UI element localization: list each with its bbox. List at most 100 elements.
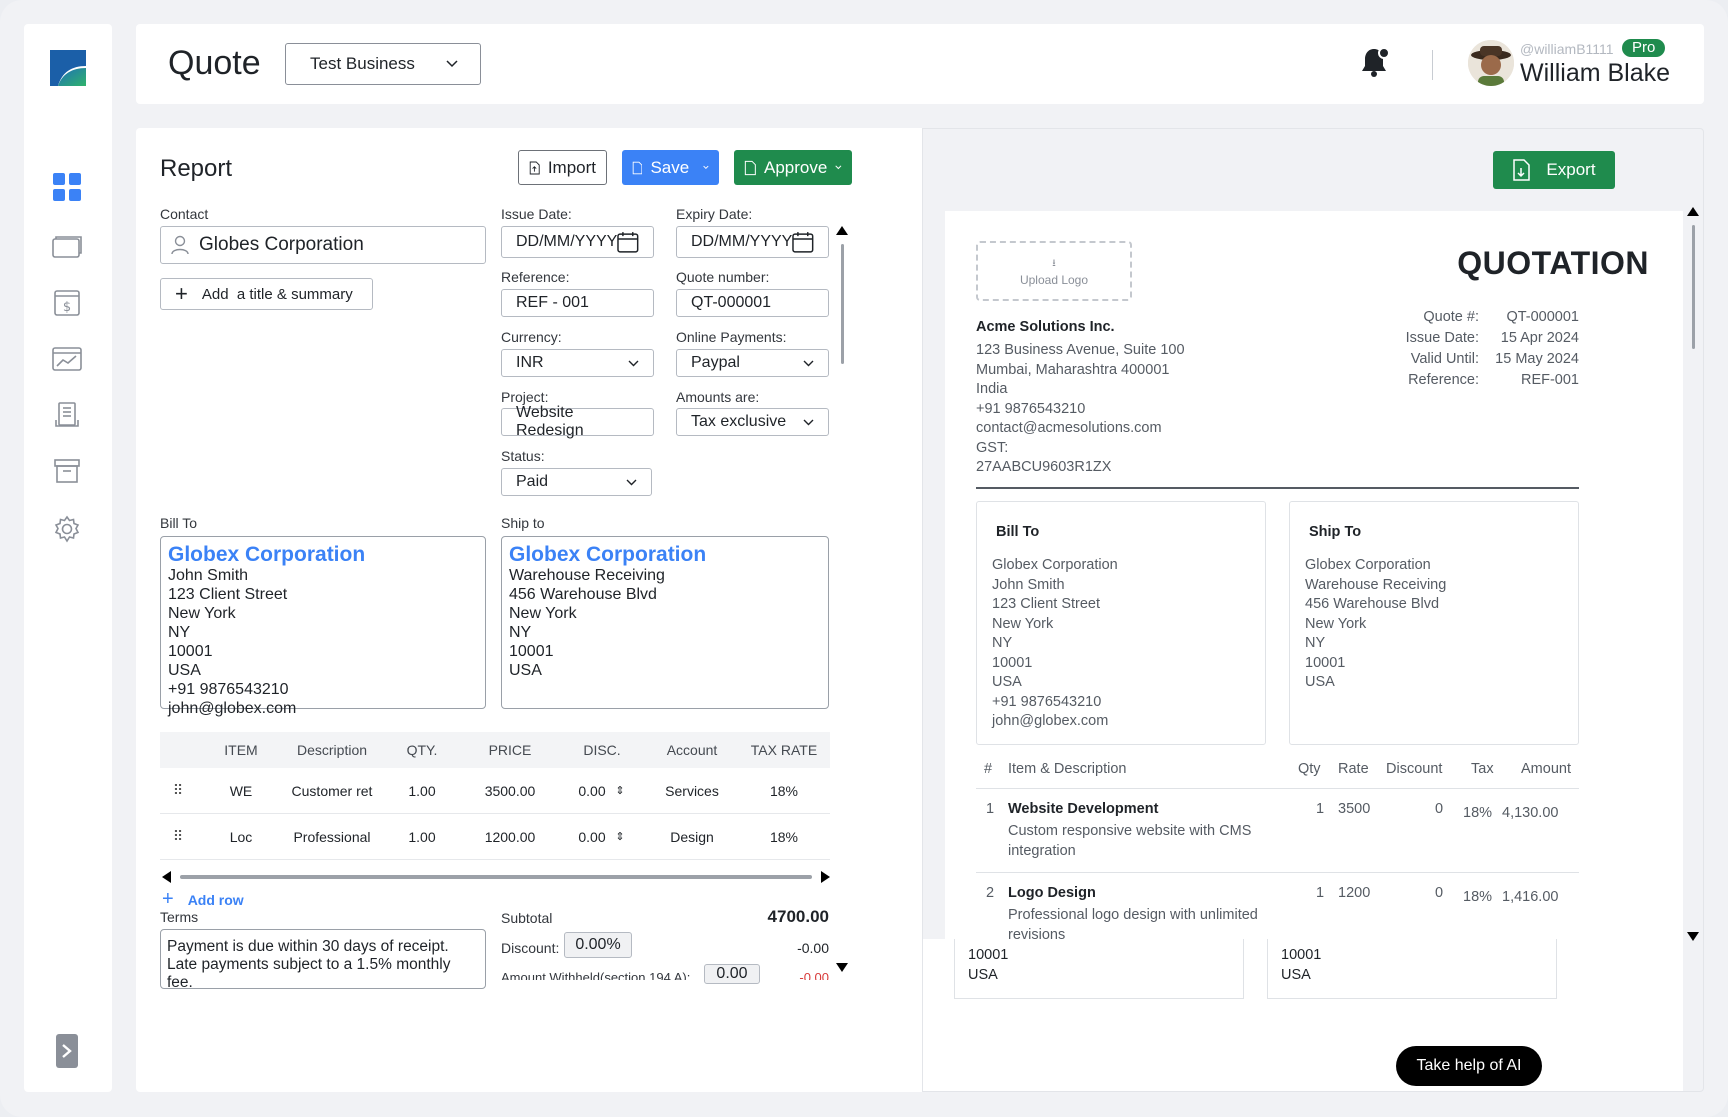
page-title: Quote: [168, 44, 261, 82]
discount-input[interactable]: 0.00%: [564, 932, 632, 958]
withheld-value: -0.00: [799, 970, 829, 980]
amounts-are-label: Amounts are:: [676, 389, 760, 405]
ship-to-line: Warehouse Receiving: [1305, 576, 1447, 593]
item-cell[interactable]: WE: [206, 768, 276, 813]
receipt-icon[interactable]: [50, 398, 84, 432]
drag-handle-icon[interactable]: ⠿: [166, 768, 190, 813]
col-description: Description: [296, 742, 368, 758]
preview-vertical-scrollbar[interactable]: [1687, 207, 1699, 941]
table-row[interactable]: ⠿ Loc Professional 1.00 1200.00 0.00 ⇕ D…: [160, 814, 830, 860]
qty-cell[interactable]: 1.00: [392, 768, 452, 813]
notification-bell-icon[interactable]: [1360, 46, 1390, 83]
approve-button[interactable]: Approve: [734, 150, 852, 185]
subtotal-label: Subtotal: [501, 910, 553, 926]
meta-label: Quote #:: [1423, 309, 1479, 325]
disc-cell[interactable]: 0.00: [572, 768, 612, 813]
online-payments-value: Paypal: [691, 354, 740, 371]
horizontal-scrollbar[interactable]: [162, 870, 830, 883]
contact-field[interactable]: Globes Corporation: [160, 226, 486, 264]
save-button[interactable]: Save: [622, 150, 719, 185]
reference-input[interactable]: REF - 001: [501, 289, 654, 317]
ship-to-textarea[interactable]: Globex Corporation Warehouse Receiving 4…: [501, 536, 829, 709]
company-line: GST:: [976, 439, 1009, 456]
terms-value: Payment is due within 30 days of receipt…: [167, 938, 451, 991]
terms-textarea[interactable]: Payment is due within 30 days of receipt…: [160, 929, 486, 991]
item-rate: 3500: [1338, 801, 1371, 817]
overflow-card-left: 10001 USA: [954, 939, 1244, 999]
col-account: Account: [666, 742, 718, 758]
export-button[interactable]: Export: [1493, 151, 1615, 189]
bill-to-textarea[interactable]: Globex Corporation John Smith 123 Client…: [160, 536, 486, 717]
tax-rate-cell[interactable]: 18%: [744, 814, 824, 859]
project-input[interactable]: Website Redesign: [501, 404, 654, 439]
add-row-button[interactable]: + Add row: [162, 888, 244, 911]
calendar-icon[interactable]: [792, 231, 814, 253]
issue-date-placeholder: DD/MM/YYYY: [516, 233, 618, 250]
analytics-icon[interactable]: [50, 342, 84, 376]
withheld-input[interactable]: 0.00: [704, 964, 760, 984]
ship-to-name: Globex Corporation: [509, 543, 707, 566]
wallet-icon[interactable]: [50, 230, 84, 264]
qty-cell[interactable]: 1.00: [392, 814, 452, 859]
add-title-summary-button[interactable]: + Add a title & summary: [160, 278, 373, 310]
user-avatar[interactable]: [1468, 40, 1514, 86]
description-cell[interactable]: Professional: [282, 814, 382, 859]
meta-label: Valid Until:: [1410, 351, 1479, 367]
dashboard-icon[interactable]: [50, 170, 84, 204]
account-cell[interactable]: Design: [648, 814, 736, 859]
currency-value: INR: [516, 354, 544, 371]
bill-to-line: john@globex.com: [992, 713, 1109, 729]
quote-number-label: Quote number:: [676, 269, 770, 285]
issue-date-input[interactable]: DD/MM/YYYY: [501, 226, 654, 258]
app-logo[interactable]: [48, 48, 88, 88]
import-button[interactable]: Import: [518, 150, 607, 185]
amounts-are-select[interactable]: Tax exclusive: [676, 408, 829, 436]
stepper-icon[interactable]: ⇕: [612, 768, 628, 813]
tax-rate-cell[interactable]: 18%: [744, 768, 824, 813]
price-cell[interactable]: 3500.00: [470, 768, 550, 813]
archive-icon[interactable]: [50, 454, 84, 488]
overflow-line: 10001: [968, 947, 1009, 963]
settings-gear-icon[interactable]: [50, 512, 84, 546]
quote-number-input[interactable]: QT-000001: [676, 289, 829, 317]
stepper-icon[interactable]: ⇕: [612, 814, 628, 859]
ai-help-button[interactable]: Take help of AI: [1396, 1046, 1542, 1086]
item-cell[interactable]: Loc: [206, 814, 276, 859]
invoice-dollar-icon[interactable]: $: [50, 286, 84, 320]
drag-handle-icon[interactable]: ⠿: [166, 814, 190, 859]
upload-file-icon: [529, 161, 540, 174]
overflow-line: 10001: [1281, 947, 1322, 963]
ship-to-card: Ship To Globex Corporation Warehouse Rec…: [1289, 501, 1579, 745]
disc-cell[interactable]: 0.00: [572, 814, 612, 859]
item-tax: 18%: [1463, 805, 1493, 821]
ship-to-line: New York: [509, 605, 577, 622]
meta-value: REF-001: [1520, 372, 1579, 388]
upload-logo-button[interactable]: ⭳ Upload Logo: [976, 241, 1132, 301]
account-cell[interactable]: Services: [648, 768, 736, 813]
ship-to-title: Ship To: [1309, 524, 1362, 540]
document-title: QUOTATION: [1457, 245, 1649, 281]
description-cell[interactable]: Customer ret: [282, 768, 382, 813]
online-payments-select[interactable]: Paypal: [676, 349, 829, 377]
preview-item-row: 1 Website Development Custom responsive …: [976, 789, 1579, 873]
form-vertical-scrollbar[interactable]: [836, 226, 848, 972]
save-label: Save: [650, 157, 690, 177]
discount-label: Discount:: [501, 940, 560, 956]
user-name: William Blake: [1520, 59, 1671, 87]
item-qty: 1: [1316, 885, 1325, 901]
bill-to-line: New York: [168, 605, 236, 622]
col-amount: Amount: [1521, 761, 1571, 777]
expiry-date-input[interactable]: DD/MM/YYYY: [676, 226, 829, 258]
currency-select[interactable]: INR: [501, 349, 654, 377]
price-cell[interactable]: 1200.00: [470, 814, 550, 859]
logout-icon[interactable]: [50, 1034, 84, 1068]
document-page-2-fragment: 10001 USA 10001 USA: [923, 939, 1683, 1091]
table-row[interactable]: ⠿ WE Customer ret 1.00 3500.00 0.00 ⇕ Se…: [160, 768, 830, 814]
business-select[interactable]: Test Business: [285, 43, 481, 85]
calendar-icon[interactable]: [617, 231, 639, 253]
meta-label: Reference:: [1408, 372, 1479, 388]
user-handle: @williamB1111: [1520, 41, 1614, 57]
discount-value: -0.00: [797, 940, 829, 956]
bill-to-line: John Smith: [168, 567, 249, 584]
status-select[interactable]: Paid: [501, 468, 652, 496]
